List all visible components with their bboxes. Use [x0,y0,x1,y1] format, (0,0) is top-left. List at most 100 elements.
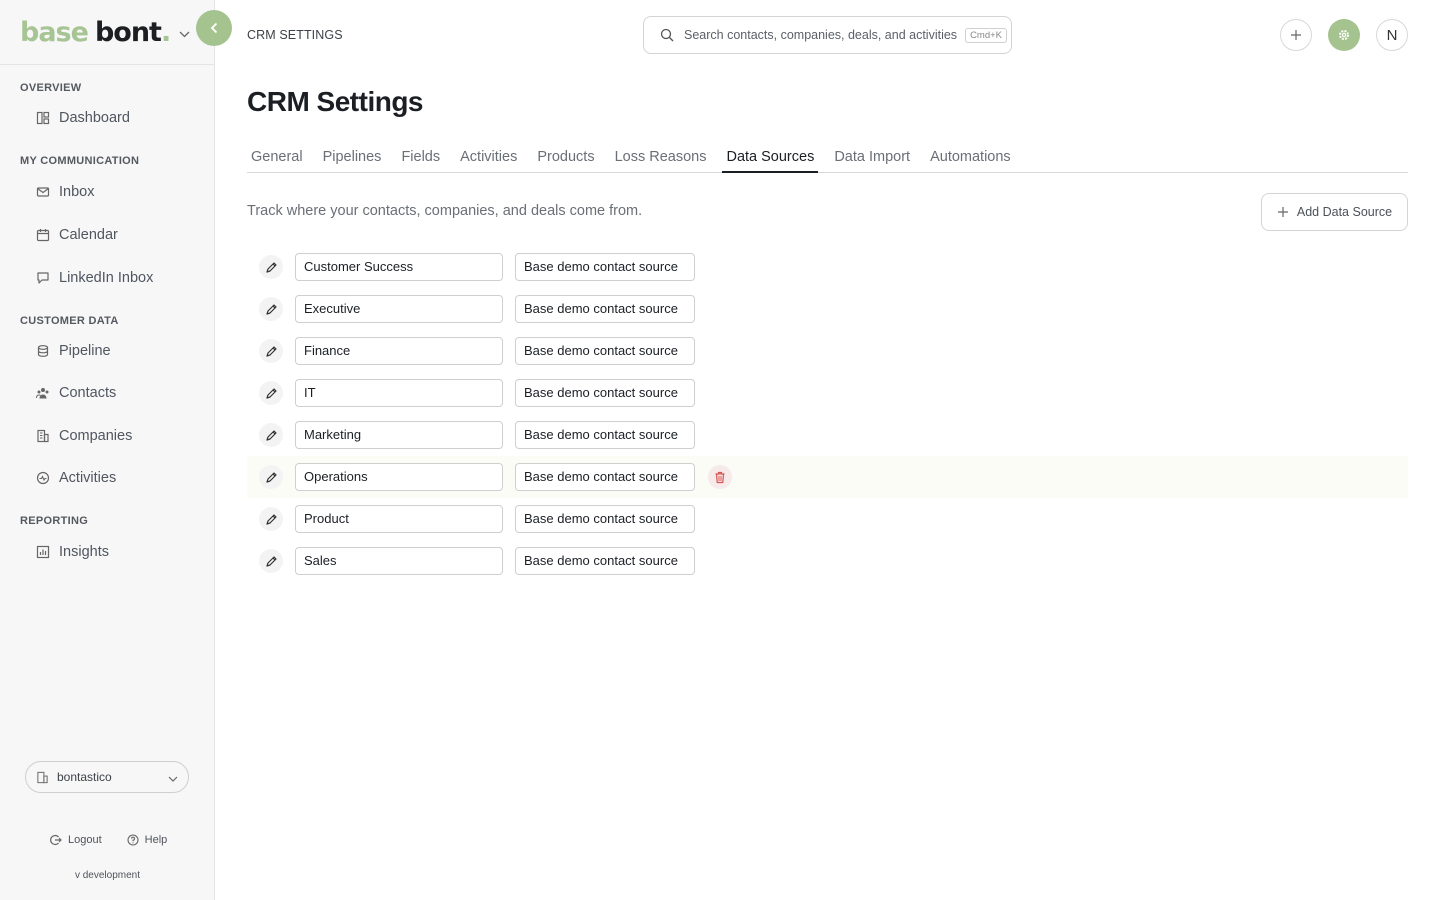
sidebar-item-label: Dashboard [59,110,130,126]
search-placeholder: Search contacts, companies, deals, and a… [684,28,958,42]
collapse-sidebar-button[interactable] [196,10,232,46]
sidebar-item-dashboard[interactable]: Dashboard [36,110,130,126]
pencil-icon [265,303,277,315]
sidebar-item-label: LinkedIn Inbox [59,270,154,286]
sidebar-item-companies[interactable]: Companies [36,428,132,444]
data-source-row: Marketing Base demo contact source [247,414,1408,456]
edit-button[interactable] [259,465,283,489]
add-data-source-button[interactable]: Add Data Source [1261,193,1408,231]
help-link[interactable]: Help [127,834,167,846]
sidebar-item-pipeline[interactable]: Pipeline [36,343,111,359]
data-source-row: Customer Success Base demo contact sourc… [247,246,1408,288]
tab-automations[interactable]: Automations [926,146,1015,173]
search-shortcut: Cmd+K [965,27,1008,43]
sidebar-item-label: Companies [59,428,133,444]
tab-activities[interactable]: Activities [456,146,521,173]
trash-icon [715,471,725,483]
logout-label: Logout [68,834,102,846]
logo-row: base bont. [0,0,214,65]
tab-general[interactable]: General [247,146,307,173]
breadcrumb: CRM SETTINGS [247,28,343,42]
workspace-select[interactable]: bontastico [25,761,189,793]
edit-button[interactable] [259,423,283,447]
logo[interactable]: base bont. [20,16,171,48]
sidebar-item-label: Insights [59,544,109,560]
database-icon [37,345,49,357]
sidebar-item-activities[interactable]: Activities [36,470,116,486]
edit-button[interactable] [259,507,283,531]
source-description-input[interactable]: Base demo contact source [515,421,695,449]
chat-icon [37,272,49,284]
logout-icon [50,834,62,846]
logout-link[interactable]: Logout [50,834,102,846]
source-name-input[interactable]: Operations [295,463,503,491]
pencil-icon [265,387,277,399]
chevron-down-icon [168,772,178,786]
source-name-input[interactable]: Finance [295,337,503,365]
source-description-input[interactable]: Base demo contact source [515,505,695,533]
pencil-icon [265,345,277,357]
tab-data-import[interactable]: Data Import [830,146,914,173]
source-name-input[interactable]: Customer Success [295,253,503,281]
source-description-input[interactable]: Base demo contact source [515,379,695,407]
chevron-down-icon[interactable] [179,25,190,43]
edit-button[interactable] [259,339,283,363]
pencil-icon [265,261,277,273]
edit-button[interactable] [259,549,283,573]
source-name-input[interactable]: IT [295,379,503,407]
sidebar-item-label: Activities [59,470,117,486]
sidebar-item-inbox[interactable]: Inbox [36,184,94,200]
data-source-row: Product Base demo contact source [247,498,1408,540]
source-name-input[interactable]: Marketing [295,421,503,449]
data-source-row: Operations Base demo contact source [247,456,1408,498]
sidebar-item-label: Contacts [59,385,117,401]
edit-button[interactable] [259,255,283,279]
source-description-input[interactable]: Base demo contact source [515,463,695,491]
tab-pipelines[interactable]: Pipelines [319,146,386,173]
data-source-row: Executive Base demo contact source [247,288,1408,330]
edit-button[interactable] [259,381,283,405]
sidebar-item-insights[interactable]: Insights [36,544,109,560]
help-icon [127,834,139,846]
add-button-label: Add Data Source [1296,205,1393,219]
pencil-icon [265,429,277,441]
page-title: CRM Settings [247,86,424,117]
edit-button[interactable] [259,297,283,321]
quick-add-button[interactable] [1280,19,1312,51]
tab-products[interactable]: Products [533,146,598,173]
logo-text-base: base [20,16,89,48]
source-name-input[interactable]: Sales [295,547,503,575]
nav-section-overview: OVERVIEW [20,82,82,94]
settings-tabs: General Pipelines Fields Activities Prod… [247,146,1408,173]
avatar[interactable]: N [1376,19,1408,51]
source-description-input[interactable]: Base demo contact source [515,253,695,281]
sidebar: base bont. OVERVIEW Dashboard MY COMMUNI… [0,0,215,900]
building-icon [37,771,48,783]
settings-button[interactable] [1328,19,1360,51]
sidebar-item-label: Inbox [59,184,95,200]
pencil-icon [265,513,277,525]
tab-loss-reasons[interactable]: Loss Reasons [611,146,711,173]
plus-icon [1291,30,1301,40]
sidebar-item-calendar[interactable]: Calendar [36,227,118,243]
chart-icon [36,545,50,559]
tab-fields[interactable]: Fields [397,146,444,173]
source-name-input[interactable]: Executive [295,295,503,323]
search-input[interactable]: Search contacts, companies, deals, and a… [643,16,1012,54]
chevron-left-icon [210,22,217,34]
sidebar-item-contacts[interactable]: Contacts [36,385,116,401]
plus-icon [1277,207,1288,217]
source-description-input[interactable]: Base demo contact source [515,295,695,323]
delete-button[interactable] [708,465,732,489]
data-source-list: Customer Success Base demo contact sourc… [247,246,1408,582]
search-icon [660,28,674,42]
workspace-name: bontastico [57,770,112,784]
source-name-input[interactable]: Product [295,505,503,533]
tab-data-sources[interactable]: Data Sources [722,146,819,173]
source-description-input[interactable]: Base demo contact source [515,337,695,365]
sidebar-item-linkedin-inbox[interactable]: LinkedIn Inbox [36,270,153,286]
data-source-row: IT Base demo contact source [247,372,1408,414]
source-description-input[interactable]: Base demo contact source [515,547,695,575]
logo-text-bont: bont [94,16,162,48]
pencil-icon [265,471,277,483]
